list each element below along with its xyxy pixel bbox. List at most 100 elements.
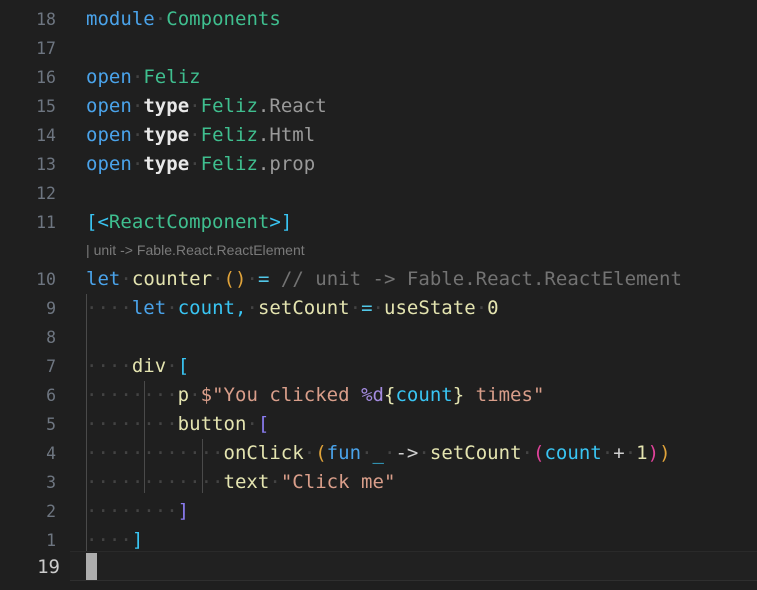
token-bracket-close-l2: ] [177,500,190,522]
code-line[interactable]: module·Components [86,5,757,34]
token-string-quote-close: " [383,471,396,493]
whitespace-dot: · [624,442,637,464]
token-attribute-open: [< [86,211,109,233]
line-number[interactable]: 18 [0,5,56,34]
token-element-p: p [177,384,190,406]
code-line[interactable]: ····div·[ [86,352,757,381]
token-function-counter: counter [131,268,213,290]
whitespace-dot: · [131,153,144,175]
line-number[interactable]: 15 [0,92,56,121]
code-line[interactable]: [<ReactComponent>] [86,208,757,237]
token-keyword-open: open [86,95,132,117]
line-number-current[interactable]: 19 [4,553,60,582]
line-number[interactable]: 16 [0,63,56,92]
whitespace-indent: ········ [86,500,178,522]
code-line-current[interactable] [86,553,757,582]
token-lambda-arrow: -> [395,442,419,464]
whitespace-dot: · [189,95,201,117]
token-keyword-open: open [86,66,132,88]
code-line-blank[interactable] [86,323,757,352]
code-line[interactable]: open·Feliz [86,63,757,92]
token-keyword-fun: fun [326,442,362,464]
line-number[interactable]: 10 [0,265,56,294]
line-number[interactable]: 3 [0,468,56,497]
token-number-one: 1 [636,442,648,464]
token-function-usestate: useState [384,297,476,319]
token-keyword-type: type [143,124,190,146]
whitespace-dot: · [361,442,373,464]
whitespace-dot: · [154,8,167,30]
token-paren-close-l1: ) [659,442,671,464]
line-number[interactable]: 17 [0,34,56,63]
code-line-blank[interactable] [86,34,757,63]
token-element-div: div [131,355,167,377]
token-interpolation-brace-open: { [383,384,396,406]
line-number-gutter: 18 17 16 15 14 13 12 11 10 9 8 7 6 5 4 3… [0,0,70,590]
code-line[interactable]: ····let·count,·setCount·=·useState·0 [86,294,757,323]
whitespace-dot: · [246,297,258,319]
token-keyword-open: open [86,124,132,146]
line-number[interactable]: 9 [0,294,56,323]
token-namespace-feliz: Feliz [200,153,258,175]
whitespace-dot: · [384,442,396,464]
code-line-blank[interactable] [86,179,757,208]
token-bracket-close-l1: ] [131,529,144,551]
token-member-react: .React [257,95,327,117]
whitespace-dot: · [189,153,201,175]
code-line[interactable]: open·type·Feliz.React [86,92,757,121]
token-wildcard: _ [372,442,384,464]
token-prop-text: text [223,471,270,493]
code-line[interactable]: let·counter·()·= // unit -> Fable.React.… [86,265,757,294]
token-paren-open-l1: ( [315,442,327,464]
line-number[interactable]: 1 [0,526,56,555]
token-string-body: times [464,384,533,406]
code-line[interactable]: ············text·"Click me" [86,468,757,497]
whitespace-indent: ···· [86,529,132,551]
token-keyword-module: module [86,8,155,30]
token-variable-count: count [395,384,453,406]
token-attribute-name: ReactComponent [108,211,270,233]
code-line[interactable]: ········p·$"You clicked %d{count} times" [86,381,757,410]
token-module-name: Components [166,8,281,30]
whitespace-dot: · [269,471,281,493]
whitespace-dot: · [212,268,224,290]
code-line[interactable]: ············onClick·(fun·_·->·setCount·(… [86,439,757,468]
code-line[interactable]: open·type·Feliz.Html [86,121,757,150]
line-number[interactable]: 12 [0,179,56,208]
code-line[interactable]: ········] [86,497,757,526]
token-namespace-feliz: Feliz [200,124,258,146]
token-bracket-open-l1: [ [177,355,190,377]
line-number[interactable]: 4 [0,439,56,468]
token-paren-open-l2: ( [533,442,545,464]
whitespace-dot: · [189,384,201,406]
code-line[interactable]: open·type·Feliz.prop [86,150,757,179]
whitespace-dot: · [189,124,201,146]
token-comment: // unit -> Fable.React.ReactElement [280,268,682,290]
line-number[interactable]: 5 [0,410,56,439]
whitespace-dot: · [131,95,144,117]
text-cursor [86,553,97,580]
token-variable-setcount: setCount [257,297,350,319]
code-editor[interactable]: 18 17 16 15 14 13 12 11 10 9 8 7 6 5 4 3… [0,0,757,590]
token-namespace-feliz: Feliz [200,95,258,117]
line-number[interactable]: 8 [0,323,56,352]
inlay-hint: | unit -> Fable.React.ReactElement [86,242,305,258]
whitespace-dot: · [349,297,362,319]
line-number[interactable]: 13 [0,150,56,179]
line-number[interactable]: 6 [0,381,56,410]
whitespace-indent: ········ [86,413,178,435]
whitespace-dot: · [303,442,316,464]
token-interpolation-brace-close: } [452,384,465,406]
token-format-specifier: %d [361,384,384,406]
line-number[interactable]: 7 [0,352,56,381]
line-number[interactable]: 14 [0,121,56,150]
code-line[interactable]: ····] [86,526,757,555]
line-number[interactable]: 11 [0,208,56,237]
token-string-body: You clicked [223,384,362,406]
code-line[interactable]: ········button·[ [86,410,757,439]
token-bracket-open-l2: [ [257,413,270,435]
line-number[interactable]: 2 [0,497,56,526]
whitespace-indent: ············ [86,442,224,464]
code-content[interactable]: module·Components open·Feliz open·type·F… [86,0,757,590]
token-keyword-let: let [86,268,121,290]
